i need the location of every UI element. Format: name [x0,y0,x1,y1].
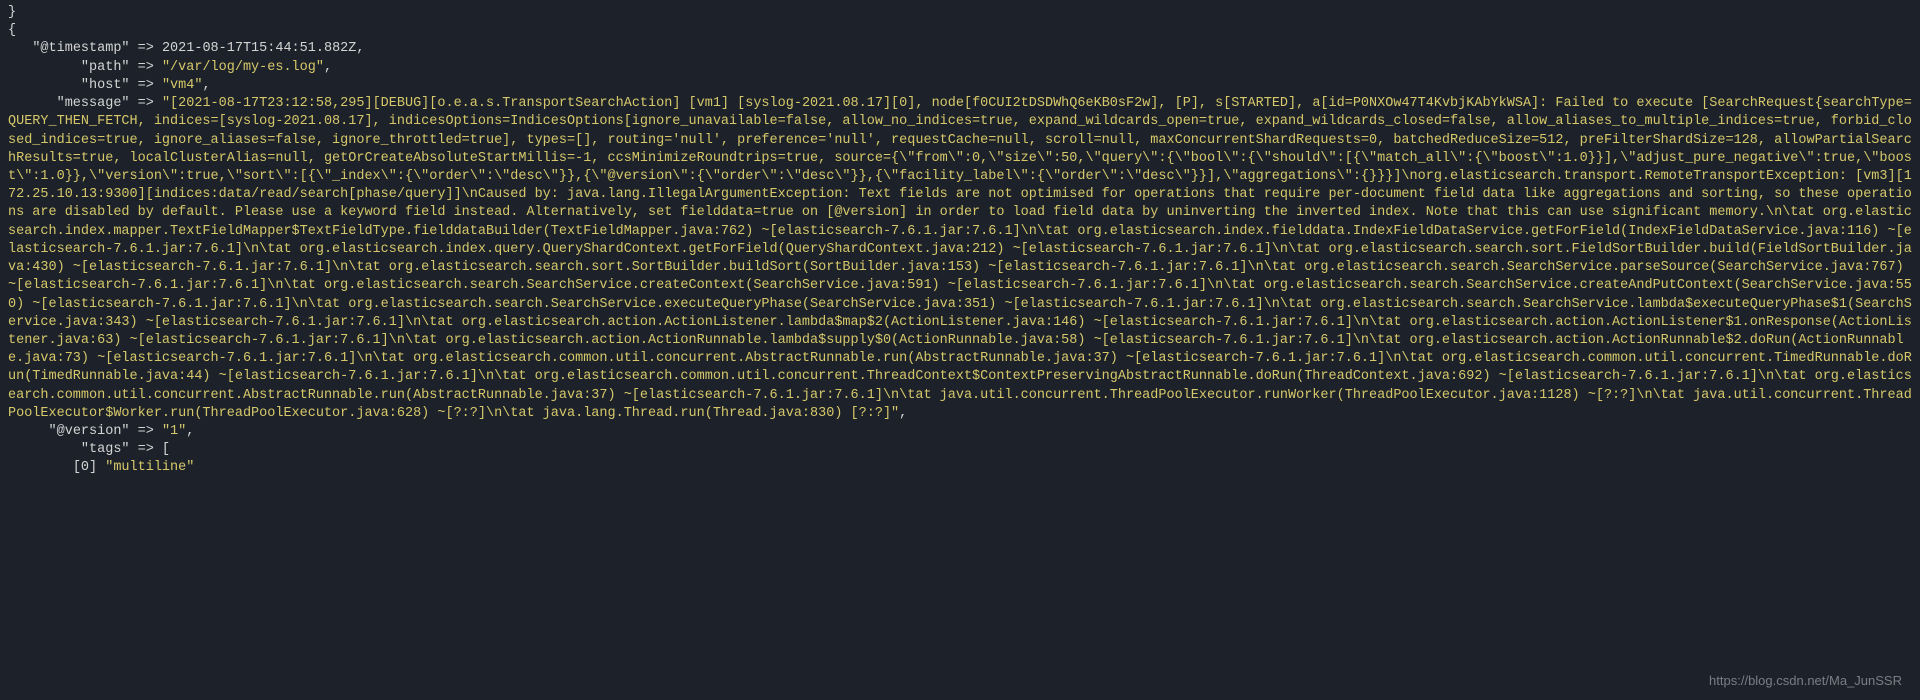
path-label: "path" => [8,60,162,75]
log-row-tags-item: [0] "multiline" [8,459,1912,477]
log-row-timestamp: "@timestamp" => 2021-08-17T15:44:51.882Z… [8,40,1912,58]
comma: , [899,406,907,421]
comma: , [186,424,194,439]
comma: , [202,78,210,93]
log-row-path: "path" => "/var/log/my-es.log", [8,59,1912,77]
log-output: } { "@timestamp" => 2021-08-17T15:44:51.… [8,4,1912,478]
timestamp-value: 2021-08-17T15:44:51.882Z, [162,41,365,56]
host-value: "vm4" [162,78,203,93]
host-label: "host" => [8,78,162,93]
log-row-version: "@version" => "1", [8,423,1912,441]
timestamp-label: "@timestamp" => [8,41,162,56]
log-row-tags: "tags" => [ [8,441,1912,459]
tags-index: [0] [8,460,105,475]
tags-value: "multiline" [105,460,194,475]
message-label: "message" => [8,96,162,111]
log-row-host: "host" => "vm4", [8,77,1912,95]
brace-open: { [8,22,1912,40]
comma: , [324,60,332,75]
watermark-text: https://blog.csdn.net/Ma_JunSSR [1709,672,1902,690]
message-value: "[2021-08-17T23:12:58,295][DEBUG][o.e.a.… [8,96,1912,421]
path-value: "/var/log/my-es.log" [162,60,324,75]
version-label: "@version" => [8,424,162,439]
log-row-message: "message" => "[2021-08-17T23:12:58,295][… [8,95,1912,423]
version-value: "1" [162,424,186,439]
brace-close: } [8,4,1912,22]
